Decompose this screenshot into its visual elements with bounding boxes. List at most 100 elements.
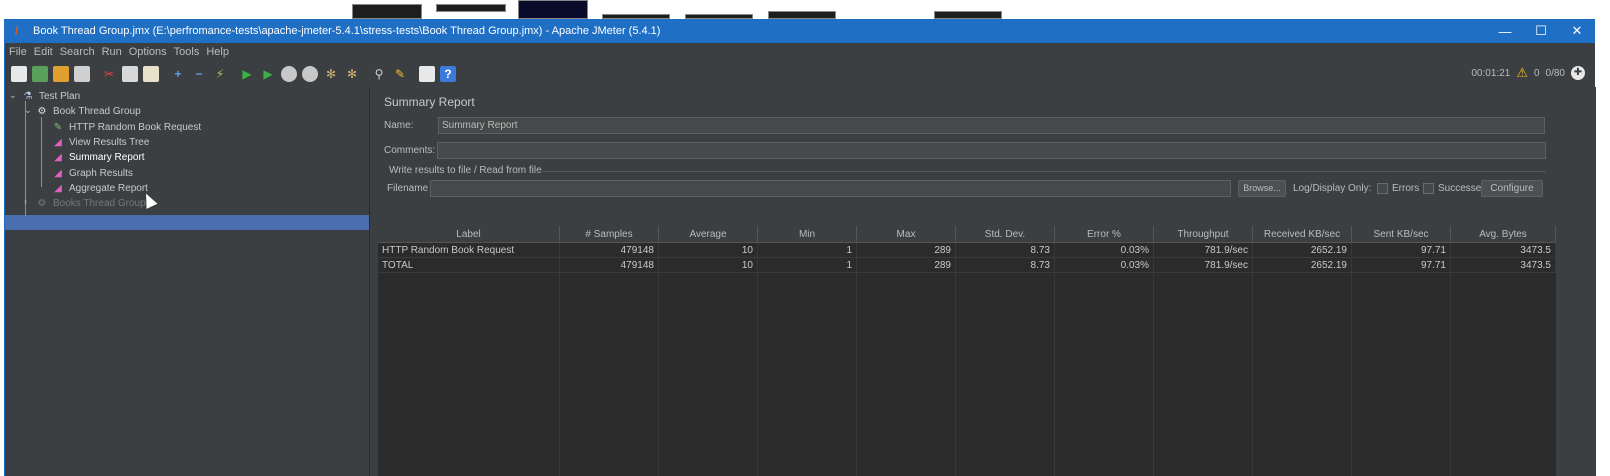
- table-cell: 97.71: [1352, 243, 1451, 257]
- function-helper-icon[interactable]: [419, 66, 435, 82]
- tree-node-books-thread-group[interactable]: ⚙ Books Thread Group: [36, 196, 146, 211]
- listener-chart-icon: ◢: [54, 137, 62, 148]
- table-cell: TOTAL: [378, 258, 560, 272]
- table-cell: 97.71: [1352, 258, 1451, 272]
- table-row[interactable]: HTTP Random Book Request 479148 10 1 289 8.73…: [378, 243, 1556, 258]
- table-row[interactable]: TOTAL 479148 10 1 289 8.73 0.03% 781.9/sec 2652.…: [378, 258, 1556, 273]
- table-cell: 3473.5: [1451, 258, 1556, 272]
- column-header[interactable]: Min: [758, 226, 857, 242]
- paste-icon[interactable]: [143, 66, 159, 82]
- templates-icon[interactable]: [32, 66, 48, 82]
- menu-search[interactable]: Search: [60, 46, 95, 58]
- gear-icon: ⚙: [37, 198, 47, 209]
- log-display-label: Log/Display Only:: [1293, 183, 1372, 194]
- taskbar-thumbnail: [352, 4, 422, 19]
- column-header[interactable]: Std. Dev.: [956, 226, 1055, 242]
- jmeter-feather-icon: /: [15, 24, 19, 38]
- column-header[interactable]: Average: [659, 226, 758, 242]
- collapse-all-icon[interactable]: −: [191, 66, 207, 82]
- listener-chart-icon: ◢: [54, 183, 62, 194]
- column-header[interactable]: Error %: [1055, 226, 1154, 242]
- save-icon[interactable]: [74, 66, 90, 82]
- listener-chart-icon: ◢: [54, 152, 62, 163]
- tree-node-label: Aggregate Report: [69, 183, 148, 194]
- tree-node-label: HTTP Random Book Request: [69, 122, 202, 133]
- table-cell: 8.73: [956, 243, 1055, 257]
- copy-icon[interactable]: [122, 66, 138, 82]
- tree-node-graph-results[interactable]: ◢ Graph Results: [52, 166, 133, 181]
- column-header[interactable]: Avg. Bytes: [1451, 226, 1556, 242]
- tree-node-book-thread-group[interactable]: ⚙ Book Thread Group: [36, 104, 141, 119]
- column-header[interactable]: # Samples: [560, 226, 659, 242]
- reset-search-icon[interactable]: ✎: [392, 66, 408, 82]
- warning-count: 0: [1533, 67, 1540, 79]
- table-cell: 2652.19: [1253, 243, 1352, 257]
- toolbar: ✂ + − ⚡ ▶ ▶ ✻ ✻ ⚲ ✎ ? 00:01:21 ⚠ 0 0/80 …: [5, 61, 1595, 87]
- elapsed-time: 00:01:21: [1471, 67, 1511, 79]
- menu-run[interactable]: Run: [102, 46, 122, 58]
- shutdown-icon[interactable]: [302, 66, 318, 82]
- table-cell: 10: [659, 258, 758, 272]
- window-title: Book Thread Group.jmx (E:\perfromance-te…: [33, 25, 661, 37]
- menu-bar: File Edit Search Run Options Tools Help: [5, 43, 1595, 61]
- tree-node-http-request[interactable]: ✎ HTTP Random Book Request: [52, 120, 201, 135]
- start-icon[interactable]: ▶: [239, 66, 255, 82]
- menu-edit[interactable]: Edit: [34, 46, 53, 58]
- table-cell: 1: [758, 243, 857, 257]
- chevron-down-icon[interactable]: ⌄: [24, 105, 32, 116]
- clear-icon[interactable]: ✻: [323, 66, 339, 82]
- test-plan-tree: ⌄ ⚗ Test Plan ⌄ ⚙ Book Thread Group ✎ HT…: [5, 87, 370, 476]
- stop-icon[interactable]: [281, 66, 297, 82]
- remote-engines-icon[interactable]: ✚: [1571, 66, 1585, 80]
- tree-node-aggregate-report[interactable]: ◢ Aggregate Report: [52, 181, 148, 196]
- column-header[interactable]: Throughput: [1154, 226, 1253, 242]
- tree-node-view-results-tree[interactable]: ◢ View Results Tree: [52, 135, 149, 150]
- column-divider: [1054, 243, 1055, 476]
- errors-checkbox[interactable]: [1377, 183, 1388, 194]
- file-group-title: Write results to file / Read from file: [389, 165, 542, 176]
- cut-icon[interactable]: ✂: [101, 66, 117, 82]
- clear-all-icon[interactable]: ✻: [344, 66, 360, 82]
- table-cell: 3473.5: [1451, 243, 1556, 257]
- column-divider: [757, 243, 758, 476]
- search-icon[interactable]: ⚲: [371, 66, 387, 82]
- filename-field[interactable]: [430, 180, 1231, 197]
- column-header[interactable]: Label: [378, 226, 560, 242]
- comments-field[interactable]: [437, 142, 1546, 159]
- menu-options[interactable]: Options: [129, 46, 167, 58]
- title-bar[interactable]: / Book Thread Group.jmx (E:\perfromance-…: [5, 19, 1595, 43]
- panel-title: Summary Report: [384, 95, 475, 109]
- browse-button[interactable]: Browse...: [1238, 180, 1286, 197]
- menu-tools[interactable]: Tools: [174, 46, 200, 58]
- warning-icon[interactable]: ⚠: [1516, 65, 1528, 81]
- column-header[interactable]: Max: [857, 226, 956, 242]
- expand-all-icon[interactable]: +: [170, 66, 186, 82]
- configure-button[interactable]: Configure: [1481, 180, 1543, 197]
- column-divider: [1450, 243, 1451, 476]
- status-area: 00:01:21 ⚠ 0 0/80 ✚: [1471, 65, 1585, 81]
- menu-file[interactable]: File: [9, 46, 27, 58]
- minimize-button[interactable]: —: [1487, 24, 1523, 39]
- column-header[interactable]: Received KB/sec: [1253, 226, 1352, 242]
- toggle-icon[interactable]: ⚡: [212, 66, 228, 82]
- table-header: Label # Samples Average Min Max Std. Dev. Erro…: [378, 226, 1556, 243]
- maximize-button[interactable]: ☐: [1523, 23, 1559, 39]
- table-cell: 0.03%: [1055, 258, 1154, 272]
- tree-node-summary-report[interactable]: ◢ Summary Report: [52, 150, 144, 165]
- chevron-down-icon[interactable]: ⌄: [9, 90, 17, 101]
- menu-help[interactable]: Help: [206, 46, 229, 58]
- chevron-right-icon[interactable]: ›: [24, 196, 27, 206]
- close-button[interactable]: ✕: [1559, 23, 1595, 39]
- open-icon[interactable]: [53, 66, 69, 82]
- new-icon[interactable]: [11, 66, 27, 82]
- tree-node-test-plan[interactable]: ⚗ Test Plan: [22, 89, 81, 104]
- table-cell: 10: [659, 243, 758, 257]
- column-header[interactable]: Sent KB/sec: [1352, 226, 1451, 242]
- name-field[interactable]: Summary Report: [438, 117, 1545, 134]
- start-no-pauses-icon[interactable]: ▶: [260, 66, 276, 82]
- help-icon[interactable]: ?: [440, 66, 456, 82]
- test-plan-icon: ⚗: [23, 91, 33, 102]
- successes-checkbox[interactable]: [1423, 183, 1434, 194]
- tree-node-label: Book Thread Group: [53, 106, 141, 117]
- successes-label: Successes: [1438, 183, 1487, 194]
